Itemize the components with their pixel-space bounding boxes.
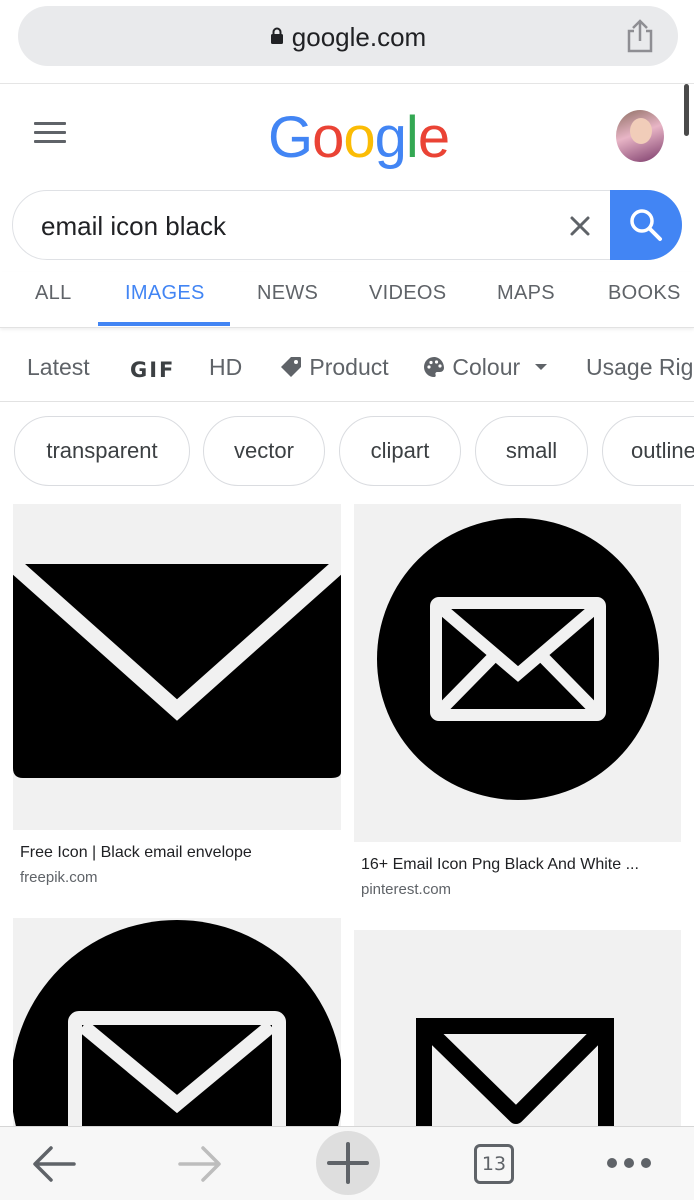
filter-bar: Latest GIF HD Product Colour Usage Rig [0,340,694,402]
envelope-icon [13,558,341,778]
result-title[interactable]: Free Icon | Black email envelope [20,844,252,862]
new-tab-button[interactable] [316,1131,380,1195]
filter-colour-label: Colour [452,354,521,380]
filter-product[interactable]: Product [279,354,389,381]
lock-icon [270,27,283,45]
tab-news[interactable]: NEWS [257,282,318,305]
result-title[interactable]: 16+ Email Icon Png Black And White ... [361,856,639,874]
search-button[interactable] [610,190,682,260]
chip-small[interactable]: small [475,416,588,486]
search-input[interactable] [41,211,541,242]
logo-letter: o [312,105,344,170]
result-thumbnail[interactable] [354,930,681,1126]
hamburger-menu-icon[interactable] [34,122,66,144]
tab-maps[interactable]: MAPS [497,282,555,305]
tag-icon [281,356,301,377]
result-thumbnail[interactable] [354,504,681,842]
result-site: pinterest.com [361,881,452,898]
chip-transparent[interactable]: transparent [14,416,190,486]
tab-books[interactable]: BOOKS [608,282,681,305]
share-icon[interactable] [624,19,656,53]
tab-images[interactable]: IMAGES [125,282,205,305]
tab-all[interactable]: ALL [35,282,72,305]
logo-letter: G [268,105,313,170]
back-arrow-icon[interactable] [32,1145,76,1183]
address-bar[interactable]: google.com [18,6,678,66]
scrollbar-thumb[interactable] [684,84,689,136]
tab-count: 13 [481,1153,507,1175]
avatar[interactable] [616,110,664,162]
chip-outline[interactable]: outline [602,416,694,486]
logo-letter: l [405,105,419,170]
search-box [12,190,682,260]
result-thumbnail[interactable] [13,504,341,830]
envelope-outline-icon [416,1018,614,1126]
new-tab-plus-icon [327,1142,369,1184]
logo-letter: e [417,105,450,170]
forward-arrow-icon[interactable] [178,1145,222,1183]
dropdown-caret-icon [534,363,547,370]
result-thumbnail[interactable] [13,918,341,1126]
filter-usage-rights[interactable]: Usage Rig [586,354,693,381]
url-display[interactable]: google.com [18,22,678,53]
more-dots-icon[interactable] [606,1157,652,1169]
chip-clipart[interactable]: clipart [339,416,461,486]
envelope-circle-icon [377,518,659,800]
search-icon [630,209,662,241]
url-text: google.com [291,22,427,52]
tabs-icon[interactable]: 13 [474,1144,514,1184]
filter-product-label: Product [309,354,389,380]
palette-icon [424,356,444,377]
clear-icon[interactable] [565,211,595,241]
google-logo[interactable]: Google [268,104,450,171]
browser-toolbar: 13 [0,1126,694,1200]
search-tabs: ALL IMAGES NEWS VIDEOS MAPS BOOKS [0,272,694,328]
logo-letter: g [374,105,407,170]
browser-address-bar-area: google.com [0,0,694,84]
active-tab-indicator [98,322,230,326]
chip-vector[interactable]: vector [203,416,325,486]
tab-videos[interactable]: VIDEOS [369,282,446,305]
filter-latest[interactable]: Latest [27,354,90,381]
result-site: freepik.com [20,869,98,886]
filter-hd[interactable]: HD [209,354,242,381]
envelope-circle-icon [13,920,341,1126]
filter-gif[interactable]: GIF [130,358,175,382]
logo-letter: o [343,105,375,170]
filter-colour[interactable]: Colour [422,354,549,381]
related-chips: transparent vector clipart small outline [0,416,694,488]
